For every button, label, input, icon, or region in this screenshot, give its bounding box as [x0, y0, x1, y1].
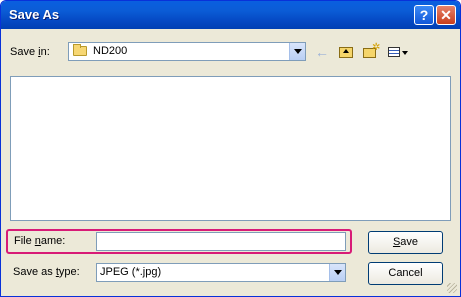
save-as-type-dropdown[interactable]: JPEG (*.jpg)	[96, 263, 346, 282]
file-name-label-suffix: ame:	[40, 235, 66, 247]
save-as-type-label: Save as type:	[13, 266, 80, 278]
file-name-label: File name:	[14, 235, 65, 247]
views-menu-icon[interactable]	[388, 45, 410, 59]
save-as-type-label-prefix: Save as	[13, 266, 56, 278]
cancel-button[interactable]: Cancel	[368, 262, 443, 285]
chevron-down-icon[interactable]	[329, 264, 345, 281]
title-bar[interactable]: Save As ? ✕	[1, 1, 460, 29]
chevron-down-icon[interactable]	[289, 43, 305, 60]
save-in-label-suffix: n:	[40, 46, 50, 58]
new-folder-icon[interactable]: ✲	[363, 42, 380, 59]
file-list[interactable]	[10, 76, 451, 221]
close-icon: ✕	[440, 7, 452, 23]
folder-icon	[73, 44, 87, 56]
save-as-dialog: Save As ? ✕ Save in: ND200 ← ✲ File name…	[0, 0, 461, 297]
resize-grip-icon[interactable]	[447, 283, 457, 293]
back-arrow-icon[interactable]: ←	[315, 45, 331, 59]
dialog-title: Save As	[9, 7, 60, 22]
save-in-folder-name: ND200	[93, 45, 128, 57]
help-icon: ?	[419, 7, 429, 23]
save-in-dropdown[interactable]: ND200	[68, 42, 306, 61]
file-name-input[interactable]	[96, 232, 346, 251]
up-folder-icon[interactable]	[339, 45, 355, 59]
file-name-label-prefix: File	[14, 235, 35, 247]
save-button[interactable]: Save	[368, 231, 443, 254]
save-in-label-prefix: Save	[10, 46, 39, 58]
save-button-label: ave	[400, 236, 419, 248]
save-as-type-value: JPEG (*.jpg)	[100, 266, 162, 278]
save-as-type-label-suffix: ype:	[58, 266, 80, 278]
help-button[interactable]: ?	[414, 5, 434, 25]
close-button[interactable]: ✕	[436, 5, 456, 25]
save-in-label: Save in:	[10, 46, 50, 58]
